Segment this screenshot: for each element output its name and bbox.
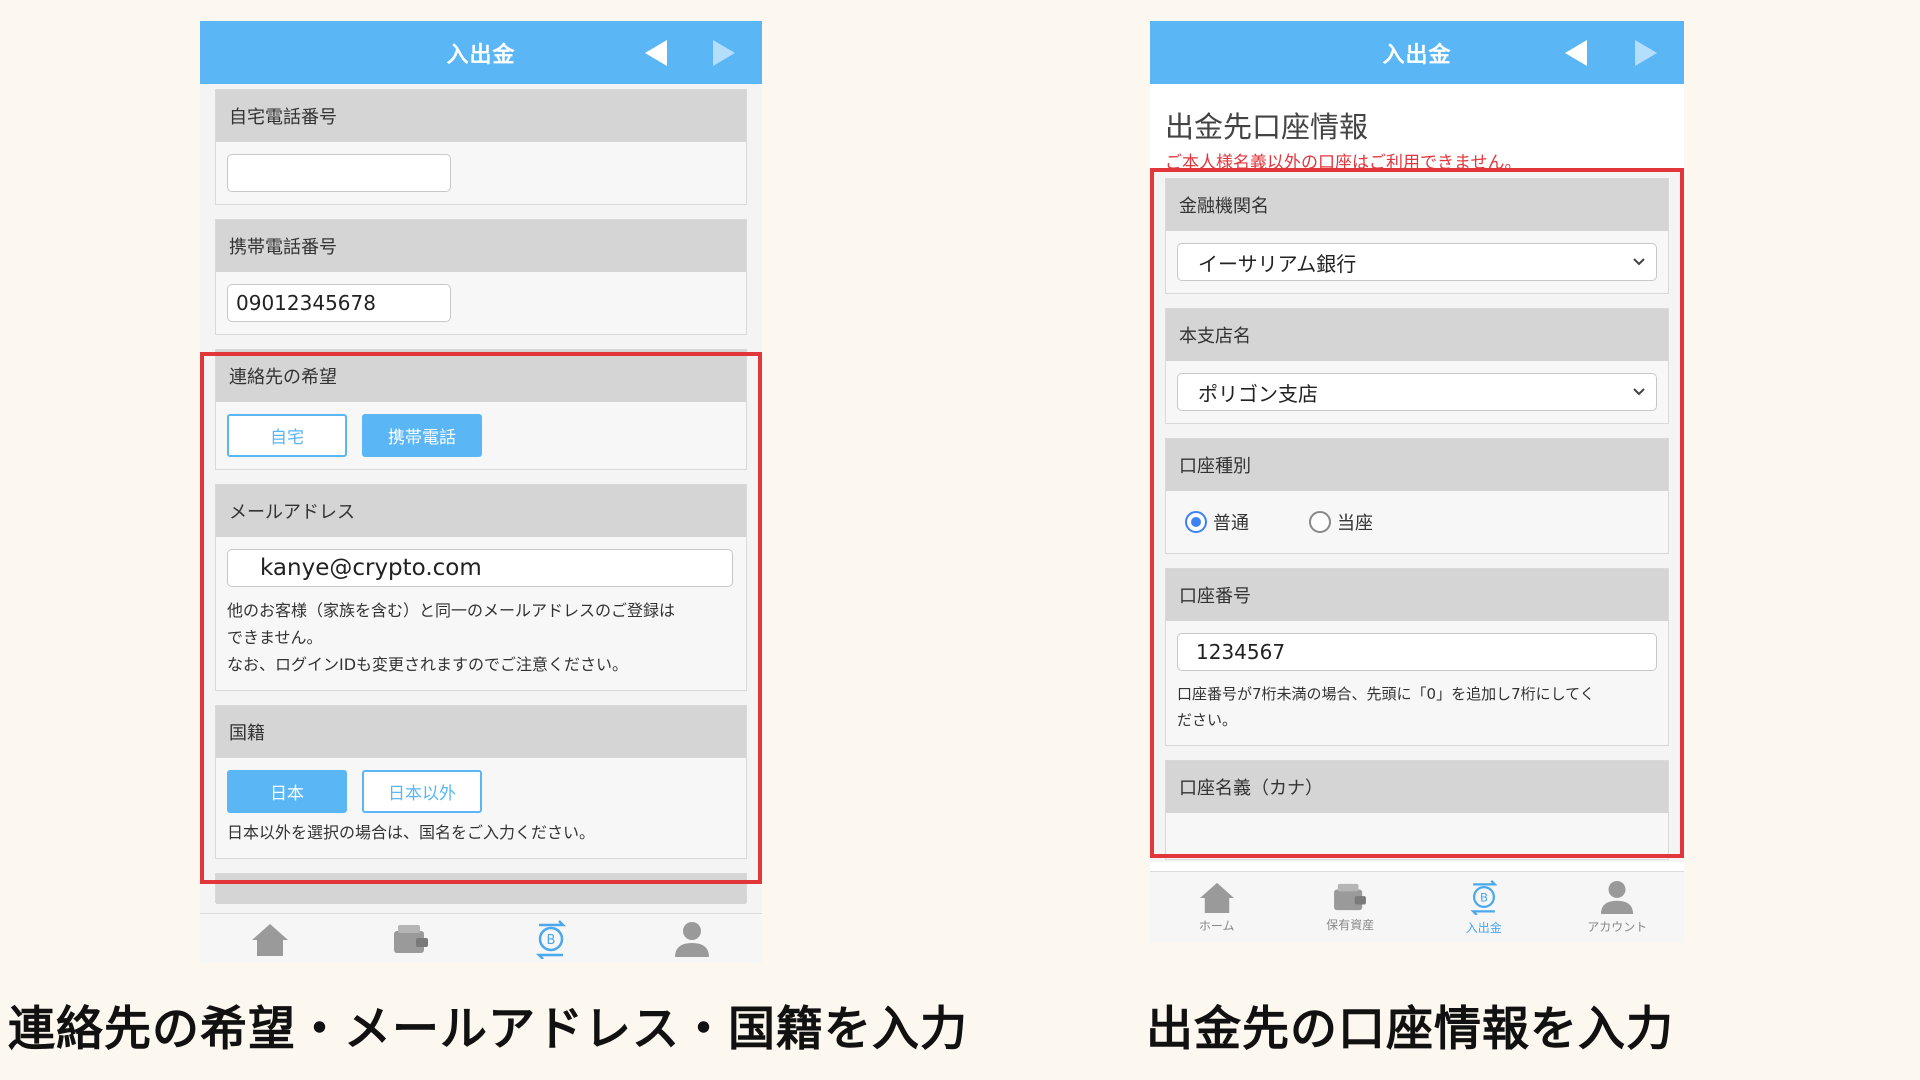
next-section-peek bbox=[215, 873, 747, 904]
chevron-down-icon bbox=[1633, 258, 1645, 266]
email-note-line3: なお、ログインIDも変更されますのでご注意ください。 bbox=[227, 655, 629, 674]
nationality-japan-button[interactable]: 日本 bbox=[227, 770, 347, 813]
top-bar: 入出金 bbox=[200, 21, 762, 84]
account-number-input[interactable] bbox=[1177, 633, 1657, 671]
next-arrow-icon[interactable] bbox=[1626, 21, 1666, 84]
email-section: メールアドレス 他のお客様（家族を含む）と同一のメールアドレスのご登録は できま… bbox=[215, 484, 747, 691]
bitcoin-transfer-icon: B bbox=[536, 919, 567, 959]
mobile-phone-label: 携帯電話番号 bbox=[216, 220, 746, 272]
next-arrow-icon[interactable] bbox=[704, 21, 744, 84]
home-phone-label: 自宅電話番号 bbox=[216, 90, 746, 142]
bank-section: 金融機関名 イーサリアム銀行 bbox=[1165, 178, 1669, 294]
bottom-tab-bar: B bbox=[200, 913, 762, 963]
person-icon bbox=[1601, 880, 1634, 914]
account-number-note: 口座番号が7桁未満の場合、先頭に「0」を追加し7桁にしてく ださい。 bbox=[1177, 681, 1657, 733]
email-note: 他のお客様（家族を含む）と同一のメールアドレスのご登録は できません。 なお、ロ… bbox=[227, 597, 735, 678]
bank-label: 金融機関名 bbox=[1166, 179, 1668, 231]
account-type-section: 口座種別 普通 当座 bbox=[1165, 438, 1669, 554]
tab-deposit[interactable]: B 入出金 bbox=[1417, 872, 1551, 943]
account-name-label: 口座名義（カナ） bbox=[1166, 761, 1668, 813]
branch-section: 本支店名 ポリゴン支店 bbox=[1165, 308, 1669, 424]
radio-checked-icon bbox=[1185, 511, 1207, 533]
right-phone-screen: 入出金 出金先口座情報 ご本人様名義以外の口座はご利用できません。 金融機関名 … bbox=[1150, 21, 1684, 943]
tab-home[interactable]: ホーム bbox=[1150, 872, 1284, 943]
tab-assets[interactable] bbox=[341, 914, 482, 963]
top-bar: 入出金 bbox=[1150, 21, 1684, 84]
account-number-label: 口座番号 bbox=[1166, 569, 1668, 621]
radio-ordinary-label: 普通 bbox=[1213, 513, 1249, 534]
tab-deposit[interactable]: B bbox=[481, 914, 622, 963]
bank-select[interactable]: イーサリアム銀行 bbox=[1177, 243, 1657, 281]
left-phone-screen: 入出金 自宅電話番号 携帯電話番号 連絡先の希望 自宅 携帯電話 bbox=[200, 21, 762, 963]
bitcoin-transfer-icon: B bbox=[1470, 880, 1498, 915]
wallet-icon bbox=[1334, 883, 1367, 911]
tab-account[interactable] bbox=[622, 914, 763, 963]
nationality-note: 日本以外を選択の場合は、国名をご入力ください。 bbox=[227, 823, 596, 842]
wallet-icon bbox=[393, 924, 428, 953]
radio-current[interactable]: 当座 bbox=[1309, 509, 1373, 535]
account-number-section: 口座番号 口座番号が7桁未満の場合、先頭に「0」を追加し7桁にしてく ださい。 bbox=[1165, 568, 1669, 746]
account-header: 出金先口座情報 ご本人様名義以外の口座はご利用できません。 bbox=[1150, 84, 1684, 173]
right-caption: 出金先の口座情報を入力 bbox=[1146, 1002, 1674, 1057]
radio-unchecked-icon bbox=[1309, 511, 1331, 533]
home-phone-section: 自宅電話番号 bbox=[215, 89, 747, 205]
prev-arrow-icon[interactable] bbox=[1556, 21, 1596, 84]
form-content: 自宅電話番号 携帯電話番号 連絡先の希望 自宅 携帯電話 メールアドレス bbox=[200, 84, 762, 934]
header-title: 入出金 bbox=[1382, 42, 1452, 68]
contact-pref-label: 連絡先の希望 bbox=[216, 350, 746, 402]
account-type-label: 口座種別 bbox=[1166, 439, 1668, 491]
left-caption: 連絡先の希望・メールアドレス・国籍を入力 bbox=[8, 1002, 968, 1057]
contact-pref-section: 連絡先の希望 自宅 携帯電話 bbox=[215, 349, 747, 470]
nationality-label: 国籍 bbox=[216, 706, 746, 758]
email-input[interactable] bbox=[227, 549, 733, 587]
radio-ordinary[interactable]: 普通 bbox=[1185, 509, 1249, 535]
tab-account-label: アカウント bbox=[1587, 920, 1648, 934]
account-number-note-line1: 口座番号が7桁未満の場合、先頭に「0」を追加し7桁にしてく bbox=[1177, 685, 1595, 703]
branch-select[interactable]: ポリゴン支店 bbox=[1177, 373, 1657, 411]
warning-text: ご本人様名義以外の口座はご利用できません。 bbox=[1165, 153, 1522, 173]
svg-text:B: B bbox=[1480, 891, 1488, 905]
tab-home-label: ホーム bbox=[1198, 919, 1235, 933]
nationality-other-button[interactable]: 日本以外 bbox=[362, 770, 482, 813]
email-label: メールアドレス bbox=[216, 485, 746, 537]
account-name-section: 口座名義（カナ） bbox=[1165, 760, 1669, 860]
email-note-line2: できません。 bbox=[227, 628, 323, 647]
account-number-note-line2: ださい。 bbox=[1177, 711, 1238, 729]
svg-text:B: B bbox=[547, 933, 556, 948]
contact-home-button[interactable]: 自宅 bbox=[227, 414, 347, 457]
bottom-tab-bar: ホーム 保有資産 B 入出金 アカウント bbox=[1150, 871, 1684, 943]
tab-assets-label: 保有資産 bbox=[1326, 918, 1375, 932]
nationality-section: 国籍 日本 日本以外 日本以外を選択の場合は、国名をご入力ください。 bbox=[215, 705, 747, 859]
mobile-phone-input[interactable] bbox=[227, 284, 451, 322]
mobile-phone-section: 携帯電話番号 bbox=[215, 219, 747, 335]
branch-label: 本支店名 bbox=[1166, 309, 1668, 361]
tab-account[interactable]: アカウント bbox=[1551, 872, 1685, 943]
branch-select-value: ポリゴン支店 bbox=[1198, 381, 1318, 406]
home-icon bbox=[1199, 882, 1234, 913]
header-title: 入出金 bbox=[446, 42, 516, 68]
tab-home[interactable] bbox=[200, 914, 341, 963]
radio-current-label: 当座 bbox=[1337, 513, 1373, 534]
person-icon bbox=[674, 921, 709, 957]
account-form: 金融機関名 イーサリアム銀行 本支店名 ポリゴン支店 口座種別 普通 当座 口座… bbox=[1150, 172, 1684, 862]
page-title: 出金先口座情報 bbox=[1165, 110, 1369, 144]
chevron-down-icon bbox=[1633, 388, 1645, 396]
home-phone-input[interactable] bbox=[227, 154, 451, 192]
home-icon bbox=[252, 923, 289, 956]
tab-deposit-label: 入出金 bbox=[1465, 921, 1502, 935]
tab-assets[interactable]: 保有資産 bbox=[1284, 872, 1418, 943]
bank-select-value: イーサリアム銀行 bbox=[1198, 251, 1357, 276]
contact-mobile-button[interactable]: 携帯電話 bbox=[362, 414, 482, 457]
email-note-line1: 他のお客様（家族を含む）と同一のメールアドレスのご登録は bbox=[227, 601, 676, 620]
prev-arrow-icon[interactable] bbox=[636, 21, 676, 84]
